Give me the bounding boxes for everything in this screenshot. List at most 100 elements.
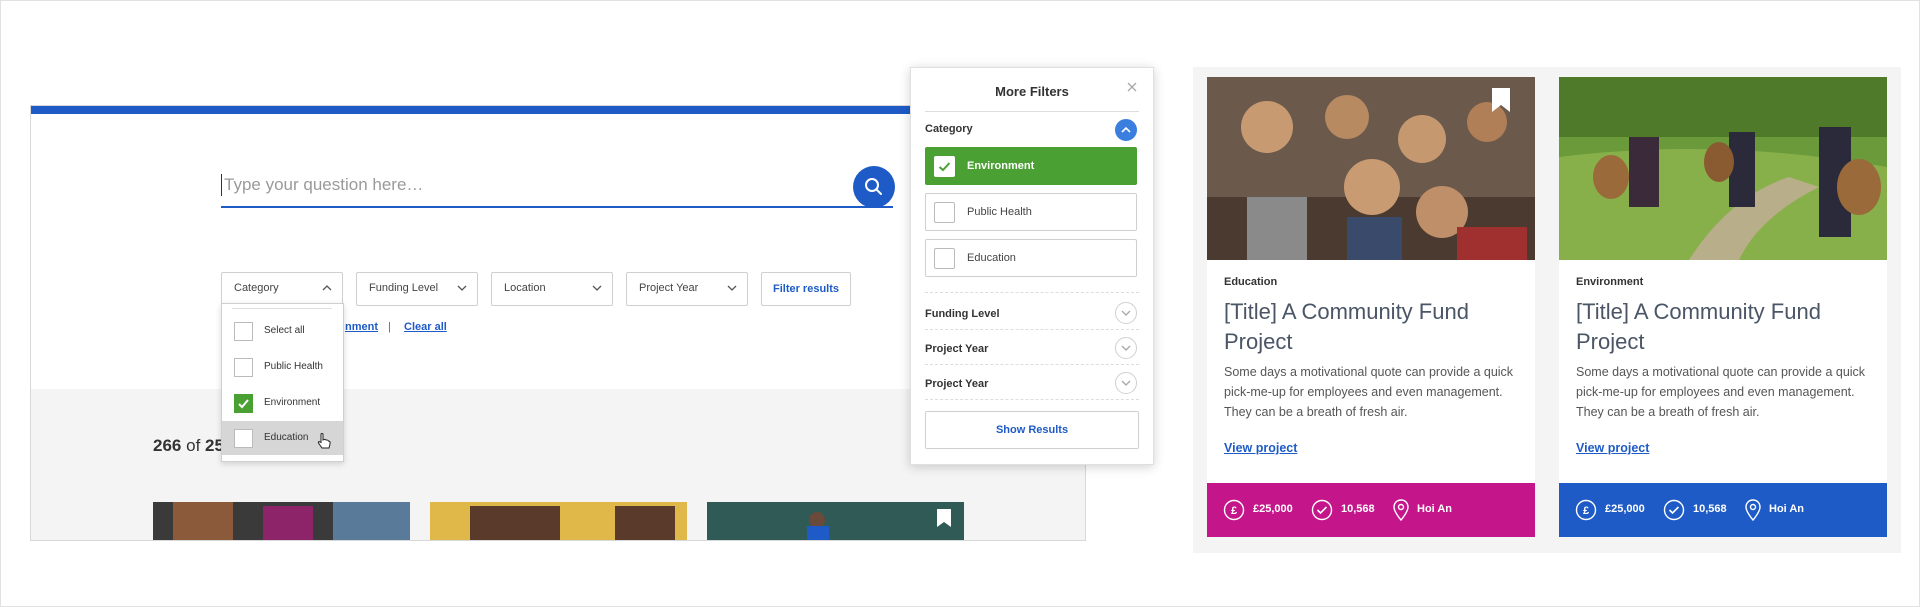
category-option-education[interactable]: Education — [222, 421, 343, 455]
project-image — [1559, 77, 1887, 260]
location-dropdown-label: Location — [504, 282, 546, 294]
option-label: Environment — [264, 397, 321, 408]
results-count-of: of — [186, 436, 201, 455]
expand-button[interactable] — [1115, 337, 1137, 359]
chevron-down-icon — [727, 285, 737, 291]
project-card[interactable]: Education [Title] A Community Fund Proje… — [1207, 77, 1535, 537]
section-divider — [925, 399, 1139, 401]
checkbox[interactable] — [934, 248, 955, 269]
thumbnail-image — [430, 502, 687, 540]
checkbox-checked[interactable] — [934, 156, 955, 177]
check-icon — [938, 162, 951, 172]
search-button[interactable] — [853, 166, 895, 208]
rice-terrace-photo — [1559, 77, 1887, 260]
card-count: 10,568 — [1341, 503, 1375, 515]
dropdown-divider — [232, 308, 332, 309]
category-option-public-health[interactable]: Public Health — [222, 350, 343, 384]
card-category: Education — [1224, 276, 1278, 288]
card-title[interactable]: [Title] A Community Fund Project — [1576, 297, 1876, 357]
filter-results-button[interactable]: Filter results — [761, 272, 851, 306]
card-count: 10,568 — [1693, 503, 1727, 515]
result-thumbnail[interactable] — [430, 502, 687, 540]
card-title[interactable]: [Title] A Community Fund Project — [1224, 297, 1524, 357]
more-filters-section-project-year[interactable]: Project Year — [925, 343, 988, 355]
option-label: Education — [264, 432, 309, 443]
more-filters-section-category[interactable]: Category — [925, 123, 973, 135]
location-pin-icon — [1745, 499, 1761, 521]
more-filters-option-public-health[interactable]: Public Health — [925, 193, 1137, 231]
more-filters-option-environment[interactable]: Environment — [925, 147, 1137, 185]
section-divider — [925, 364, 1139, 366]
category-dropdown-list: Select all Public Health Environment Edu… — [221, 303, 344, 462]
show-results-button[interactable]: Show Results — [925, 411, 1139, 449]
view-project-link[interactable]: View project — [1224, 441, 1297, 455]
view-project-link[interactable]: View project — [1576, 441, 1649, 455]
project-image — [1207, 77, 1535, 260]
chevron-down-icon — [592, 285, 602, 291]
result-thumbnail[interactable] — [153, 502, 410, 540]
chevron-down-icon — [1121, 345, 1131, 351]
search-placeholder: Type your question here… — [224, 175, 424, 194]
pound-icon: £ — [1575, 499, 1597, 521]
card-amount: £25,000 — [1253, 503, 1293, 515]
checkbox[interactable] — [234, 429, 253, 448]
section-divider — [925, 292, 1139, 294]
option-label: Environment — [967, 160, 1035, 172]
pound-icon: £ — [1223, 499, 1245, 521]
category-dropdown-label: Category — [234, 282, 279, 294]
category-option-select-all[interactable]: Select all — [222, 314, 343, 348]
card-description: Some days a motivational quote can provi… — [1224, 365, 1514, 419]
more-filters-option-education[interactable]: Education — [925, 239, 1137, 277]
project-year-dropdown[interactable]: Project Year — [626, 272, 748, 306]
category-option-environment[interactable]: Environment — [222, 386, 343, 420]
clear-all-link[interactable]: Clear all — [404, 321, 447, 333]
location-dropdown[interactable]: Location — [491, 272, 613, 306]
card-description: Some days a motivational quote can provi… — [1576, 365, 1866, 419]
active-filter-tag[interactable]: nment — [345, 321, 378, 333]
close-icon[interactable] — [1127, 82, 1137, 92]
checkbox[interactable] — [934, 202, 955, 223]
more-filters-section-funding-level[interactable]: Funding Level — [925, 308, 1000, 320]
card-category: Environment — [1576, 276, 1644, 288]
svg-text:£: £ — [1583, 505, 1589, 517]
checkbox-checked[interactable] — [234, 394, 253, 413]
category-dropdown[interactable]: Category — [221, 272, 343, 306]
modal-divider — [925, 111, 1139, 112]
option-label: Public Health — [264, 361, 323, 372]
card-location: Hoi An — [1417, 503, 1453, 515]
option-label: Education — [967, 252, 1016, 264]
checkbox[interactable] — [234, 358, 253, 377]
section-divider — [925, 329, 1139, 331]
chevron-down-icon — [1121, 380, 1131, 386]
search-input[interactable]: Type your question here… — [221, 166, 893, 208]
children-photo — [1207, 77, 1535, 260]
top-accent-bar — [31, 106, 911, 114]
thumbnail-image — [153, 502, 410, 540]
card-footer: £ £25,000 10,568 Hoi An — [1207, 483, 1535, 537]
more-filters-section-project-year-2[interactable]: Project Year — [925, 378, 988, 390]
bookmark-icon[interactable] — [1491, 87, 1511, 113]
option-label: Public Health — [967, 206, 1032, 218]
card-location: Hoi An — [1769, 503, 1805, 515]
checkbox[interactable] — [234, 322, 253, 341]
results-count-number: 266 — [153, 436, 182, 455]
check-circle-icon — [1663, 499, 1685, 521]
expand-button[interactable] — [1115, 302, 1137, 324]
funding-level-dropdown-label: Funding Level — [369, 282, 439, 294]
separator: | — [388, 321, 391, 333]
check-icon — [238, 399, 249, 409]
result-thumbnail[interactable] — [707, 502, 964, 540]
text-caret — [221, 174, 222, 196]
card-footer: £ £25,000 10,568 Hoi An — [1559, 483, 1887, 537]
expand-button[interactable] — [1115, 372, 1137, 394]
card-amount: £25,000 — [1605, 503, 1645, 515]
collapse-button[interactable] — [1115, 119, 1137, 141]
cards-area: Education [Title] A Community Fund Proje… — [1193, 67, 1901, 553]
thumbnail-image — [707, 502, 964, 540]
bookmark-icon[interactable] — [936, 508, 952, 528]
project-card[interactable]: Environment [Title] A Community Fund Pro… — [1559, 77, 1887, 537]
option-label: Select all — [264, 325, 305, 336]
funding-level-dropdown[interactable]: Funding Level — [356, 272, 478, 306]
chevron-down-icon — [457, 285, 467, 291]
chevron-up-icon — [1121, 126, 1131, 133]
